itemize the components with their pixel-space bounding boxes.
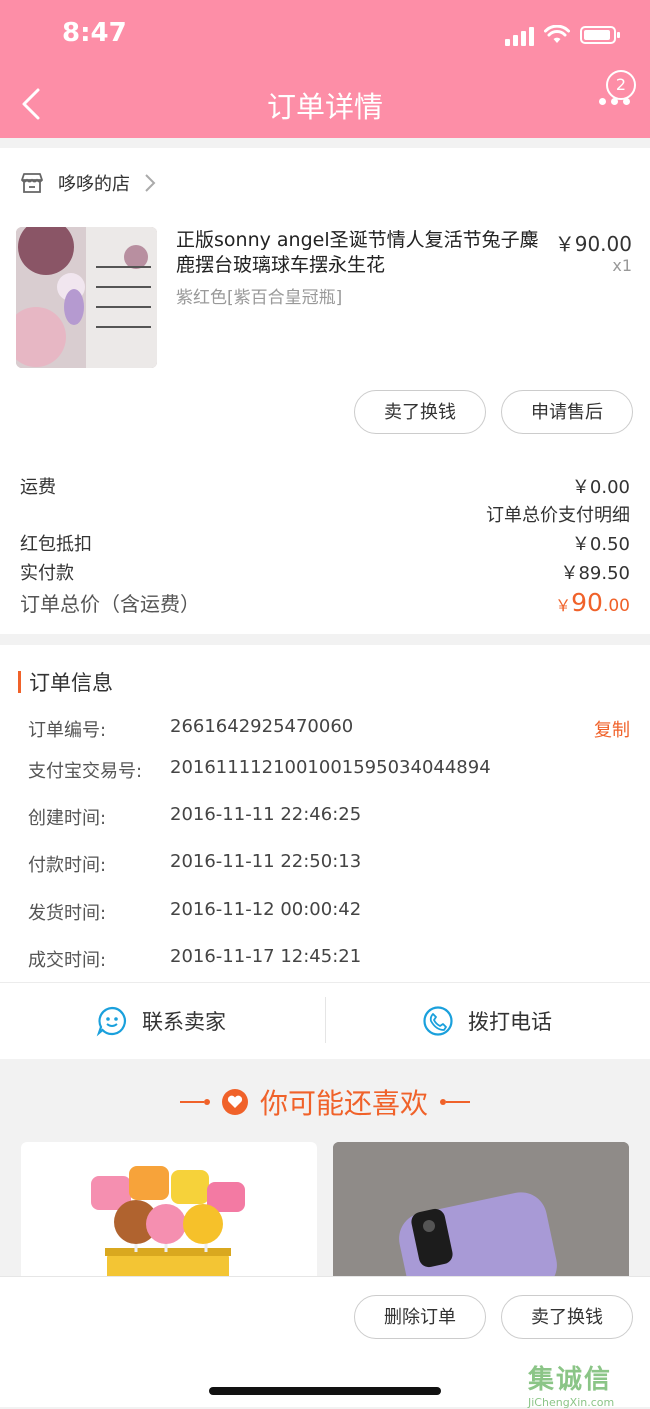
paid-label: 实付款 <box>20 563 74 584</box>
notification-badge: 2 <box>606 70 636 100</box>
info-value: 2016-11-11 22:50:13 <box>170 851 362 872</box>
recommend-item-2[interactable] <box>333 1142 629 1282</box>
product-quantity: x1 <box>612 256 632 275</box>
info-value: 2016111121001001595034044894 <box>170 757 491 778</box>
info-label: 付款时间: <box>28 855 107 876</box>
after-sale-button[interactable]: 申请售后 <box>501 390 633 434</box>
home-indicator <box>209 1387 441 1395</box>
call-phone-button[interactable]: 拨打电话 <box>422 983 552 1059</box>
product-spec: 紫红色[紫百合皇冠瓶] <box>176 288 343 308</box>
order-item-card: 哆哆的店 正版sonny angel圣诞节情人复活节兔子麋鹿摆台玻璃球车摆永生花… <box>0 148 650 634</box>
redpacket-value: ￥0.50 <box>571 534 630 555</box>
shipping-row: 运费 ￥0.00 <box>20 473 630 499</box>
cellular-signal-icon <box>505 24 534 46</box>
product-image[interactable] <box>16 227 157 368</box>
status-icons <box>505 24 620 46</box>
section-accent-bar <box>18 671 21 693</box>
sell-for-cash-bottom-button[interactable]: 卖了换钱 <box>501 1295 633 1339</box>
watermark-en: JiChengXin.com <box>528 1396 615 1409</box>
chevron-right-icon <box>145 174 156 192</box>
total-label: 订单总价（含运费） <box>20 592 200 616</box>
info-value: 2016-11-11 22:46:25 <box>170 804 362 825</box>
contact-seller-label: 联系卖家 <box>142 1010 226 1034</box>
recommend-item-image <box>91 1166 245 1282</box>
watermark-cn: 集诚信 <box>528 1365 613 1395</box>
phone-icon <box>423 1006 453 1036</box>
call-phone-label: 拨打电话 <box>468 1010 552 1034</box>
paid-row: 实付款 ￥89.50 <box>20 559 630 585</box>
top-nav-bar: 8:47 订单详情 2 <box>0 0 650 138</box>
contact-bar: 联系卖家 拨打电话 <box>0 982 650 1059</box>
page-title: 订单详情 <box>266 90 383 124</box>
decor-line-left <box>179 1099 210 1105</box>
info-value: 2661642925470060 <box>170 716 354 737</box>
contact-seller-button[interactable]: 联系卖家 <box>96 983 226 1059</box>
total-integer: 90 <box>571 588 603 617</box>
delete-order-button[interactable]: 删除订单 <box>354 1295 486 1339</box>
product-price: ￥90.00 <box>554 232 632 256</box>
info-label: 订单编号: <box>28 720 107 741</box>
copy-button[interactable]: 复制 <box>594 716 630 742</box>
status-time: 8:47 <box>62 18 127 48</box>
chat-smile-icon <box>96 1006 126 1037</box>
bottom-action-bar: 删除订单 卖了换钱 集诚信 JiChengXin.com <box>0 1276 650 1409</box>
recommend-item-image <box>333 1142 629 1282</box>
info-label: 支付宝交易号: <box>28 761 143 782</box>
shipping-value: ￥0.00 <box>571 477 630 498</box>
redpacket-label: 红包抵扣 <box>20 534 92 555</box>
order-info-card: 订单信息 订单编号: 2661642925470060 复制 支付宝交易号: 2… <box>0 645 650 982</box>
sell-for-cash-button[interactable]: 卖了换钱 <box>354 390 486 434</box>
payment-detail-link[interactable]: 订单总价支付明细 <box>486 501 630 527</box>
total-value: ￥90.00 <box>555 588 630 617</box>
order-info-title: 订单信息 <box>29 671 113 695</box>
info-label: 创建时间: <box>28 808 107 829</box>
total-decimal: .00 <box>602 596 630 616</box>
redpacket-row: 红包抵扣 ￥0.50 <box>20 530 630 556</box>
recommend-title: 你可能还喜欢 <box>259 1087 428 1120</box>
recommend-header: 你可能还喜欢 <box>0 1082 650 1122</box>
total-currency: ￥ <box>555 596 572 615</box>
product-title[interactable]: 正版sonny angel圣诞节情人复活节兔子麋鹿摆台玻璃球车摆永生花 <box>176 228 548 278</box>
watermark-logo: 集诚信 JiChengXin.com <box>528 1359 644 1409</box>
info-label: 发货时间: <box>28 903 107 924</box>
shop-row[interactable]: 哆哆的店 <box>20 170 156 196</box>
shipping-label: 运费 <box>20 477 56 498</box>
info-value: 2016-11-12 00:00:42 <box>170 899 362 920</box>
wifi-icon <box>544 25 570 43</box>
info-label: 成交时间: <box>28 950 107 971</box>
decor-line-right <box>440 1099 470 1105</box>
recommend-item-1[interactable] <box>21 1142 317 1282</box>
battery-icon <box>580 26 620 44</box>
shop-name: 哆哆的店 <box>58 174 130 195</box>
order-info-header: 订单信息 <box>18 667 113 697</box>
heart-icon <box>221 1089 248 1115</box>
divider <box>325 997 326 1043</box>
total-row: 订单总价（含运费） ￥90.00 <box>20 588 630 617</box>
paid-value: ￥89.50 <box>560 563 630 584</box>
store-icon <box>21 173 43 193</box>
info-value: 2016-11-17 12:45:21 <box>170 946 362 967</box>
